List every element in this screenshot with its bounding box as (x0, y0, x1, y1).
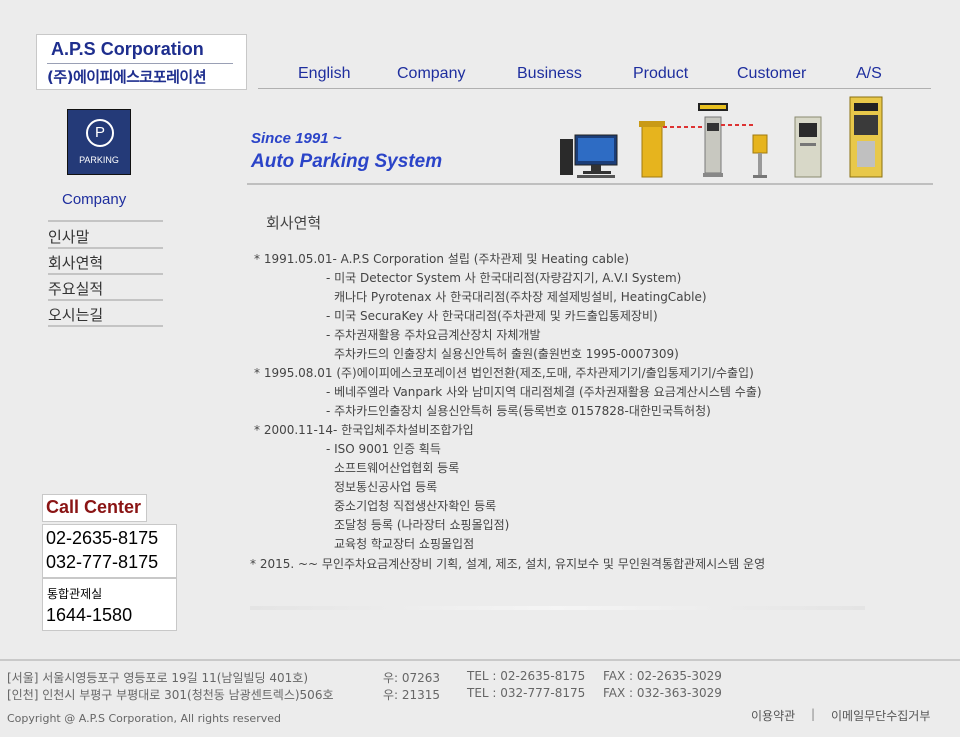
control-center-box: 통합관제실 1644-1580 (42, 578, 177, 631)
history-line: 교육청 학교장터 쇼핑몰입점 (334, 537, 475, 551)
email-refusal-link[interactable]: 이메일무단수집거부 (831, 707, 930, 724)
call-center-phone-seoul: 02-2635-8175 (46, 528, 159, 548)
sidebar-item-history[interactable]: 회사연혁 (48, 249, 163, 275)
history-line: * 1991.05.01- A.P.S Corporation 설립 (주차관제… (254, 252, 630, 266)
history-line: * 2000.11-14- 한국입체주차설비조합가입 (254, 423, 474, 437)
banner-since: Since 1991 ~ (251, 130, 342, 147)
footer-incheon-fax: FAX : 032-363-3029 (603, 686, 722, 700)
footer-seoul-address: [서울] 서울시영등포구 영등포로 19길 11(남일빌딩 401호) (7, 671, 309, 685)
footer-incheon-address: [인천] 인천시 부평구 부평대로 301(청천동 남광센트렉스)506호 (7, 688, 334, 702)
footer-seoul-fax: FAX : 02-2635-3029 (603, 669, 722, 683)
history-line: - ISO 9001 인증 획득 (326, 442, 441, 456)
history-line: 주차카드의 인출장치 실용신안특허 출원(출원번호 1995-0007309) (334, 347, 679, 361)
call-center-header: Call Center (42, 494, 147, 522)
nav-as[interactable]: A/S (856, 65, 882, 83)
computer-icon (560, 134, 618, 178)
barrier-gate-icon (639, 121, 705, 178)
sidebar-item-label: 회사연혁 (48, 254, 104, 272)
sidebar-item-label: 오시는길 (48, 306, 104, 324)
nav-product[interactable]: Product (633, 65, 688, 83)
terms-link[interactable]: 이용약관 (751, 707, 795, 724)
banner-divider (247, 183, 933, 185)
footer-seoul-postal: 우: 07263 (383, 671, 441, 685)
history-line: - 미국 SecuraKey 사 한국대리점(주차관제 및 카드출입통제장비) (326, 309, 658, 323)
history-line: 조달청 등록 (나라장터 쇼핑몰입점) (334, 518, 510, 532)
history-line: - 베네주엘라 Vanpark 사와 남미지역 대리점체결 (주차권재활용 요금… (326, 385, 762, 399)
history-line: 캐나다 Pyrotenax 사 한국대리점(주차장 제설제빙설비, Heatin… (334, 290, 707, 304)
history-line: - 미국 Detector System 사 한국대리점(자량감지기, A.V.… (326, 271, 682, 285)
footer-incheon-postal: 우: 21315 (383, 688, 441, 702)
nav-english[interactable]: English (298, 65, 350, 83)
footer-divider (0, 659, 960, 661)
control-center-phone: 1644-1580 (46, 605, 133, 625)
footer-copyright: Copyright @ A.P.S Corporation, All right… (7, 712, 281, 725)
banner-equipment-illustration (560, 96, 883, 178)
logo-name-en: A.P.S Corporation (51, 39, 204, 59)
logo-name-ko: (주)에이피에스코포레이션 (47, 68, 207, 86)
kiosk-icon (794, 116, 822, 178)
footer-seoul-tel: TEL : 02-2635-8175 (467, 669, 586, 683)
ticket-machine-icon (698, 103, 753, 177)
history-line: - 주차권재활용 주차요금계산장치 자체개발 (326, 328, 541, 342)
sidebar-item-label: 인사말 (48, 228, 90, 246)
payment-station-icon (849, 96, 883, 178)
logo-divider (47, 63, 233, 64)
nav-business[interactable]: Business (517, 65, 582, 83)
history-line: 정보통신공사업 등록 (334, 480, 438, 494)
history-line: 중소기업청 직접생산자확인 등록 (334, 499, 497, 513)
page-title: 회사연혁 (266, 214, 322, 232)
logo[interactable]: A.P.S Corporation (주)에이피에스코포레이션 (36, 34, 247, 90)
sidebar-divider (48, 220, 163, 222)
call-center-title: Call Center (46, 497, 142, 517)
history-line: * 2015. ~~ 무인주차요금계산장비 기획, 설계, 제조, 설치, 유지… (250, 557, 766, 571)
footer-incheon-tel: TEL : 032-777-8175 (467, 686, 586, 700)
call-center-phones: 02-2635-8175 032-777-8175 (42, 524, 177, 578)
parking-label: PARKING (79, 155, 119, 165)
history-line: * 1995.08.01 (주)에이피에스코포레이션 법인전환(제조,도매, 주… (254, 366, 754, 380)
content-bottom-rule (250, 606, 865, 610)
history-line: - 주차카드인출장치 실용신안특허 등록(등록번호 0157828-대한민국특허… (326, 404, 711, 418)
sidebar-item-greeting[interactable]: 인사말 (48, 223, 163, 249)
sidebar-item-label: 주요실적 (48, 280, 104, 298)
history-line: 소프트웨어산업협회 등록 (334, 461, 460, 475)
footer-link-separator: | (811, 707, 816, 721)
sidebar-item-achievements[interactable]: 주요실적 (48, 275, 163, 301)
card-reader-icon (752, 134, 768, 178)
control-center-label: 통합관제실 (47, 587, 103, 601)
parking-badge: P PARKING (67, 109, 131, 175)
nav-company[interactable]: Company (397, 65, 465, 83)
sidebar-item-directions[interactable]: 오시는길 (48, 301, 163, 327)
parking-p-icon: P (86, 119, 114, 147)
call-center-phone-incheon: 032-777-8175 (46, 552, 159, 572)
sidebar-title: Company (62, 191, 127, 208)
banner-slogan: Auto Parking System (251, 151, 443, 172)
nav-customer[interactable]: Customer (737, 65, 806, 83)
nav-divider (258, 88, 931, 89)
